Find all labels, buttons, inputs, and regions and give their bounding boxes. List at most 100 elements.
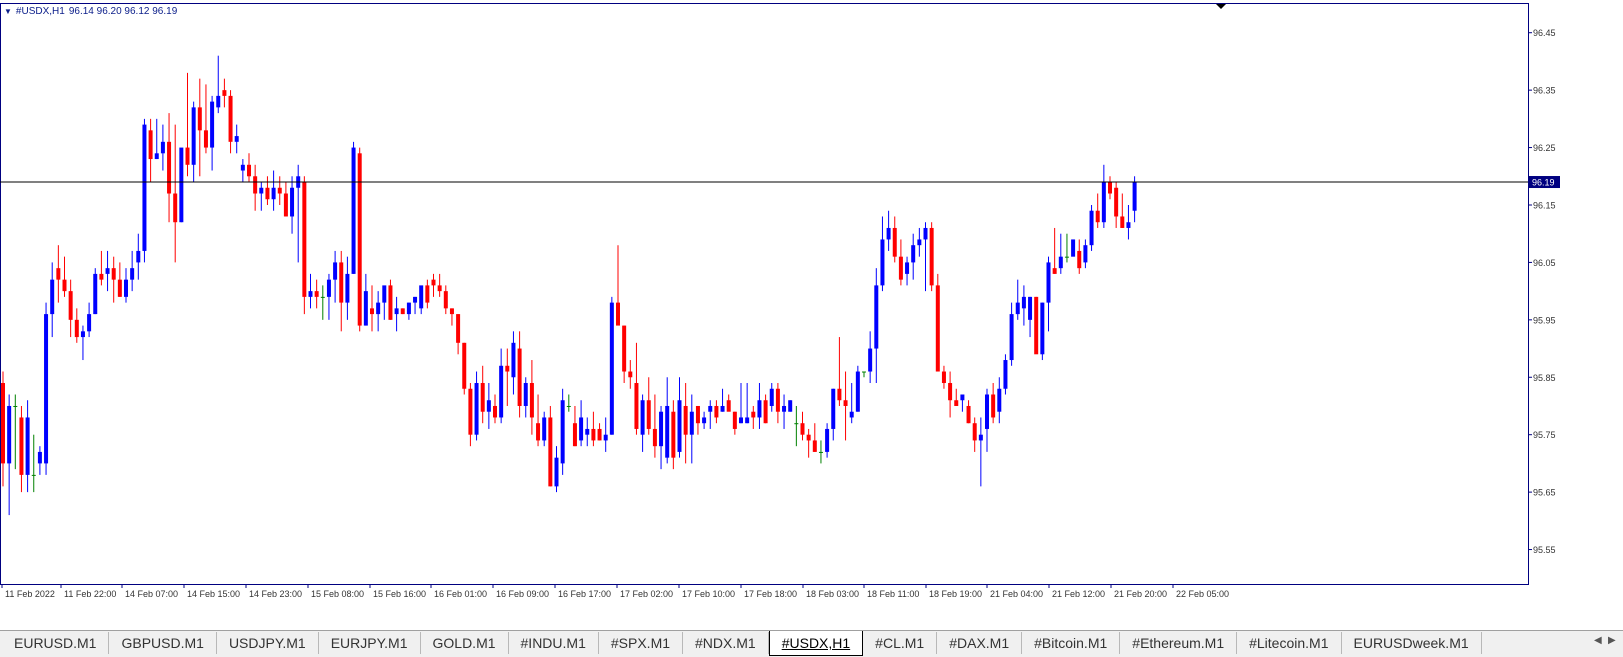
candle-body [1052,268,1057,274]
candle-body [37,451,42,464]
candle-body [13,405,18,407]
candle-body [345,273,350,303]
chart-tab-bar: EURUSD.M1 GBPUSD.M1 USDJPY.M1 EURJPY.M1 GOLD… [0,630,1623,657]
candle-body [136,250,141,263]
x-tick-label: 11 Feb 2022 [5,589,55,599]
candle-body [960,394,965,401]
candle-body [44,314,49,464]
chart-tab[interactable]: EURUSD.M1 [2,632,110,654]
candle-body [782,405,787,412]
candle-body [1108,182,1112,194]
candle-body [523,383,528,406]
candle-body [1003,360,1008,389]
candle-body [456,314,461,343]
candle-body [634,383,639,429]
chart-tab[interactable]: #Bitcoin.M1 [1022,632,1121,654]
candle-body [806,434,811,441]
tab-scroll-left-icon[interactable]: ◀ [1594,635,1602,646]
candle-body [31,474,36,476]
candle-body [812,440,817,452]
plot-frame [0,3,1529,585]
candle-body [849,411,854,418]
candle-body [228,95,233,142]
candle-body [197,107,202,131]
candle-body [25,417,30,475]
candle-body [314,291,319,297]
candle-body [905,262,910,274]
candle-body [419,285,424,309]
chart-tab[interactable]: #Ethereum.M1 [1120,632,1238,654]
candle-body [240,164,245,171]
x-tick-label: 14 Feb 23:00 [249,589,302,599]
candle-body [160,141,165,154]
chart-tabs: EURUSD.M1 GBPUSD.M1 USDJPY.M1 EURJPY.M1 GOLD… [2,631,1482,656]
candle-body [363,291,368,326]
candle-body [603,434,608,441]
y-tick-label: 96.35 [1533,86,1556,96]
x-tick-label: 21 Feb 12:00 [1052,589,1105,599]
x-tick-label: 21 Feb 20:00 [1114,589,1167,599]
candle-body [74,319,79,338]
candle-body [702,417,707,424]
candle-body [511,342,516,378]
chart-tab[interactable]: #SPX.M1 [599,632,684,654]
candle-body [1040,302,1045,355]
candle-body [616,302,620,326]
candle-body [148,130,153,160]
chart-tab[interactable]: #Litecoin.M1 [1237,632,1342,654]
candle-body [1077,250,1082,269]
candle-body [333,262,338,280]
chart-tab[interactable]: GBPUSD.M1 [109,632,217,654]
candle-body [898,256,903,280]
candle-body [1058,256,1063,269]
candle-body [917,239,922,246]
x-tick-label: 17 Feb 10:00 [682,589,735,599]
candle-body [1,383,5,464]
candle-body [831,388,836,429]
candle-body [671,411,676,458]
candle-body [191,107,196,165]
chart-tab[interactable]: #CL.M1 [863,632,938,654]
chart-tab[interactable]: #DAX.M1 [937,632,1023,654]
chart-tab[interactable]: #NDX.M1 [683,632,769,654]
chart-window[interactable]: 96.45 96.35 96.25 96.15 96.05 95.95 95.85 95.75… [0,0,1623,630]
chart-tab[interactable]: #USDX,H1 [768,631,864,656]
candle-body [542,417,547,441]
candle-body [972,423,977,441]
chart-tab[interactable]: GOLD.M1 [421,632,509,654]
candle-body [923,227,928,240]
candle-body [597,428,602,441]
candle-body [886,227,891,240]
chart-tab[interactable]: EURJPY.M1 [319,632,421,654]
chart-tab[interactable]: USDJPY.M1 [217,632,319,654]
candle-body [290,187,295,217]
candle-body [862,371,866,373]
candle-body [222,90,227,96]
candle-body [997,388,1002,412]
candle-body [1120,216,1125,228]
candle-body [732,411,737,429]
candle-body [529,383,534,418]
chart-shift-marker-icon[interactable] [1216,4,1226,9]
tab-scroll-right-icon[interactable]: ▶ [1608,635,1616,646]
chart-tab[interactable]: EURUSDweek.M1 [1342,632,1482,654]
ohlc-label: 96.14 96.20 96.12 96.19 [68,6,178,17]
symbol-label: #USDX,H1 [15,6,65,17]
x-tick-label: 18 Feb 11:00 [867,589,919,599]
x-tick-label: 16 Feb 09:00 [496,589,549,599]
candle-body [726,400,731,412]
candle-body [210,101,215,148]
candle-body [695,405,700,424]
price-chart[interactable]: 96.45 96.35 96.25 96.15 96.05 95.95 95.85 95.75… [0,0,1623,630]
candle-body [19,417,24,475]
candle-body [271,187,276,200]
x-tick-label: 18 Feb 19:00 [929,589,982,599]
x-tick-label: 21 Feb 04:00 [990,589,1043,599]
collapse-triangle-icon[interactable]: ▼ [4,7,12,16]
candle-body [499,365,504,418]
candle-body [259,187,264,194]
candle-body [929,227,934,286]
candle-body [486,400,491,412]
chart-tab[interactable]: #INDU.M1 [509,632,599,654]
candle-body [167,141,172,194]
